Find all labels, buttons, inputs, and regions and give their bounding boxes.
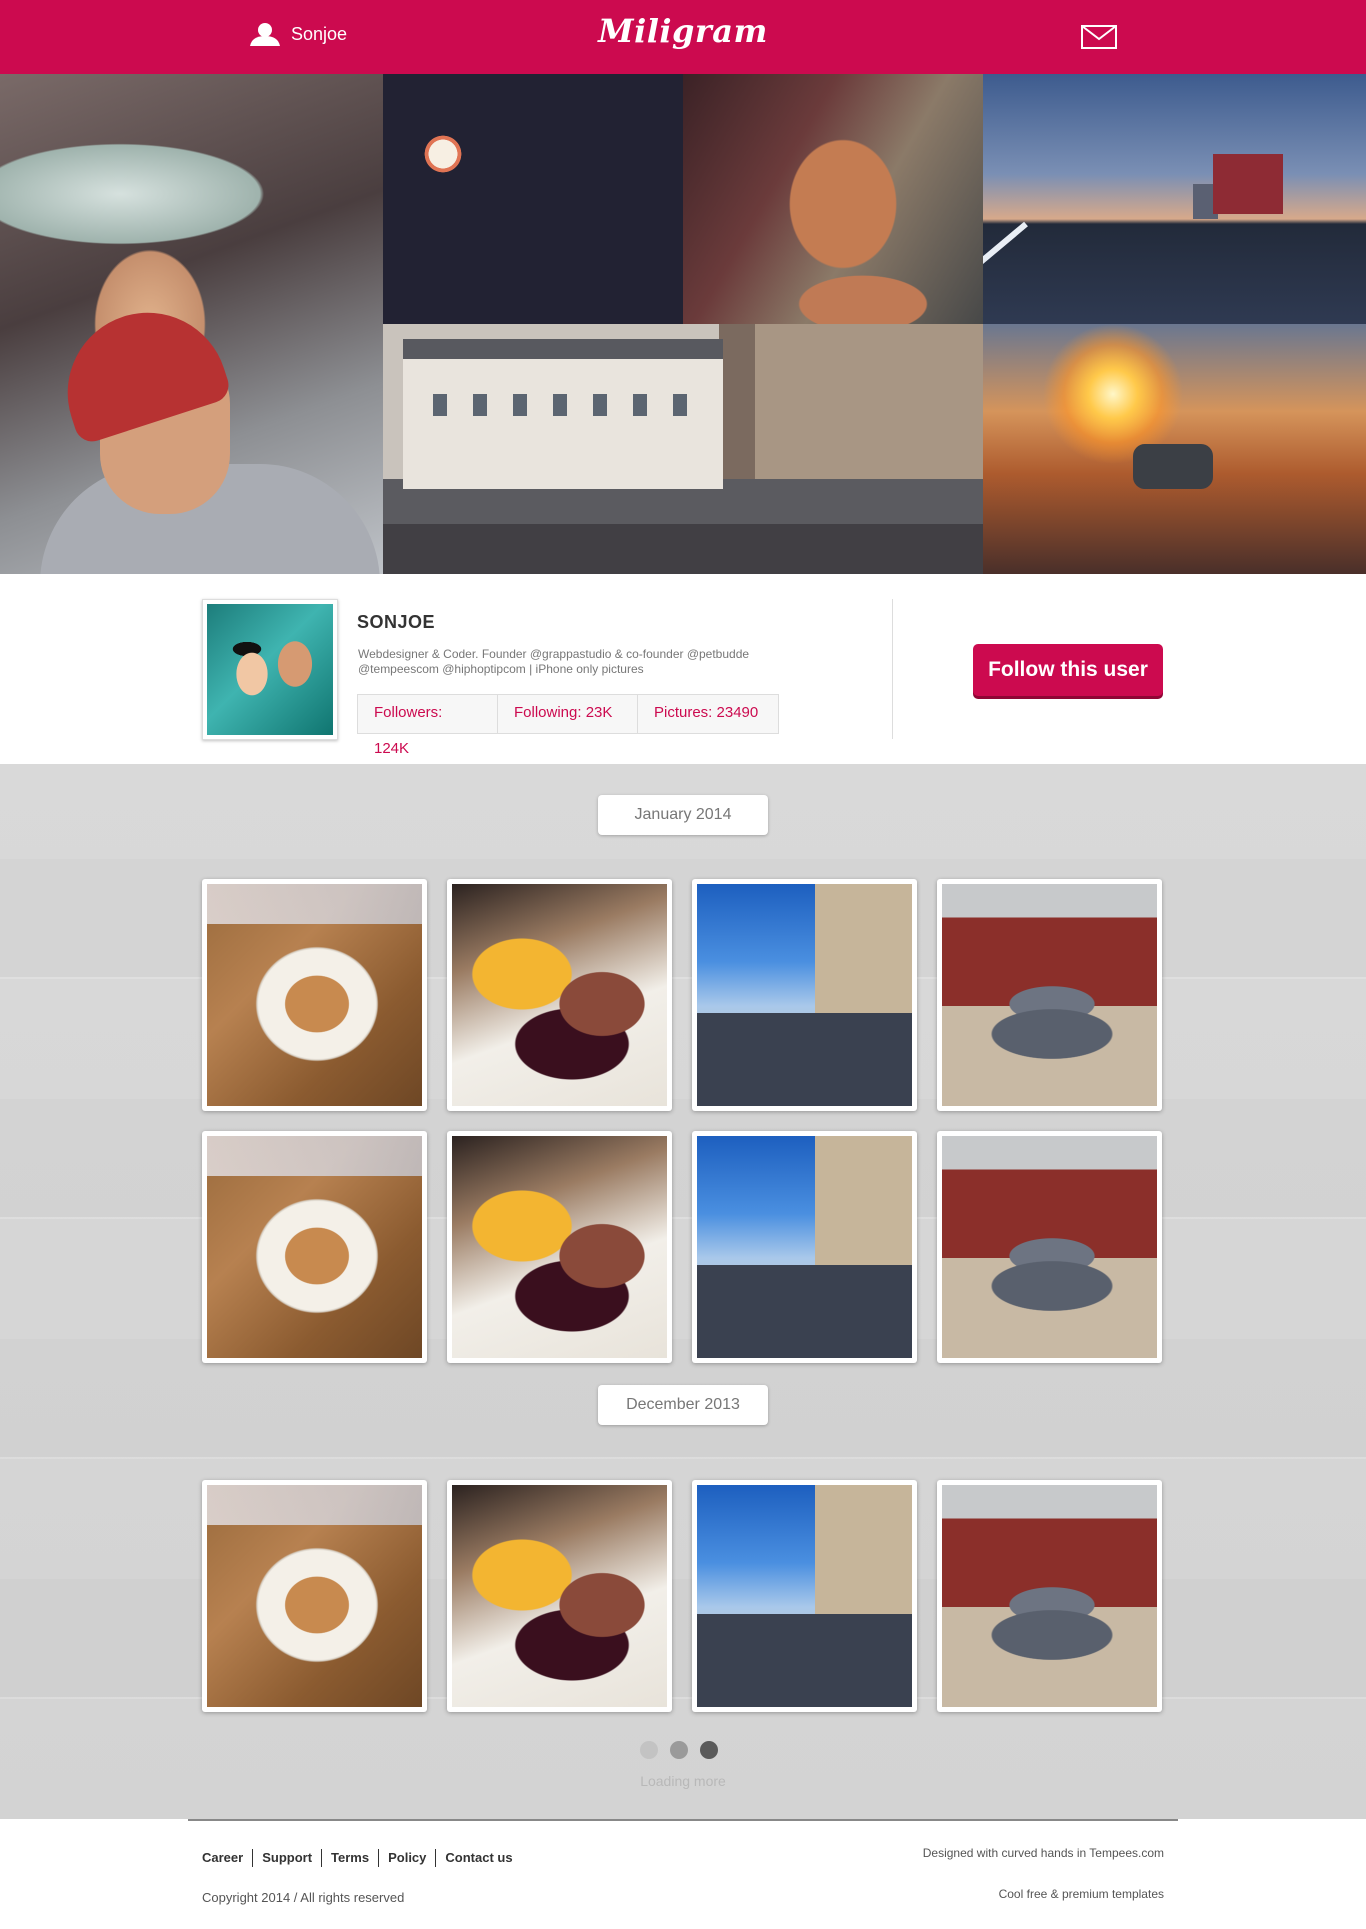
photo-card[interactable] — [937, 1480, 1162, 1712]
cover-photo-building[interactable] — [383, 324, 983, 574]
cover-photo-dog[interactable] — [683, 74, 983, 324]
photo-card[interactable] — [202, 1480, 427, 1712]
top-navbar: Sonjoe Miligram — [0, 0, 1366, 74]
cover-photo-collage — [0, 74, 1366, 574]
photo-card[interactable] — [692, 1131, 917, 1363]
date-label: December 2013 — [598, 1385, 768, 1425]
photo-card[interactable] — [447, 1131, 672, 1363]
photo-card[interactable] — [692, 1480, 917, 1712]
photo-card[interactable] — [202, 1131, 427, 1363]
photo-thumbnail — [452, 884, 667, 1106]
footer-link-support[interactable]: Support — [252, 1849, 321, 1867]
footer-links: Career Support Terms Policy Contact us — [202, 1849, 522, 1867]
photo-thumbnail — [942, 1136, 1157, 1358]
loading-indicator — [640, 1741, 718, 1759]
cover-photo-selfie[interactable] — [0, 74, 383, 574]
photo-card[interactable] — [937, 1131, 1162, 1363]
footer-link-policy[interactable]: Policy — [378, 1849, 435, 1867]
cover-photo-sunset[interactable] — [983, 324, 1366, 574]
pictures-stat[interactable]: Pictures: 23490 — [638, 695, 778, 733]
photo-thumbnail — [697, 1136, 912, 1358]
footer-divider — [188, 1819, 1178, 1821]
photo-feed: January 2014 December 2013 Loading more — [0, 764, 1366, 1819]
profile-bio: Webdesigner & Coder. Founder @grappastud… — [358, 647, 750, 676]
footer-link-contact[interactable]: Contact us — [435, 1849, 521, 1867]
loader-dot — [640, 1741, 658, 1759]
divider — [892, 599, 893, 739]
loader-dot — [700, 1741, 718, 1759]
photo-thumbnail — [207, 1136, 422, 1358]
following-stat[interactable]: Following: 23K — [498, 695, 638, 733]
photo-thumbnail — [697, 1485, 912, 1707]
footer-link-career[interactable]: Career — [202, 1849, 252, 1867]
profile-panel: SONJOE Webdesigner & Coder. Founder @gra… — [0, 574, 1366, 764]
photo-card[interactable] — [447, 1480, 672, 1712]
tagline-text: Cool free & premium templates — [998, 1887, 1164, 1901]
copyright-text: Copyright 2014 / All rights reserved — [202, 1890, 405, 1905]
photo-thumbnail — [942, 884, 1157, 1106]
loader-dot — [670, 1741, 688, 1759]
footer: Career Support Terms Policy Contact us C… — [0, 1819, 1366, 1927]
loading-more-text: Loading more — [640, 1773, 726, 1789]
photo-card[interactable] — [202, 879, 427, 1111]
followers-stat[interactable]: Followers: 124K — [358, 695, 498, 757]
cover-photo-sushi[interactable] — [383, 74, 683, 324]
photo-grid — [202, 879, 1164, 1363]
designed-by-text: Designed with curved hands in Tempees.co… — [922, 1846, 1164, 1860]
avatar[interactable] — [202, 599, 338, 740]
photo-thumbnail — [207, 1485, 422, 1707]
profile-stats: Followers: 124K Following: 23K Pictures:… — [357, 694, 779, 757]
photo-card[interactable] — [937, 879, 1162, 1111]
mail-icon[interactable] — [1081, 25, 1117, 54]
cover-photo-highway[interactable] — [983, 74, 1366, 324]
photo-thumbnail — [207, 884, 422, 1106]
photo-thumbnail — [697, 884, 912, 1106]
date-label: January 2014 — [598, 795, 768, 835]
profile-username: SONJOE — [357, 612, 436, 632]
photo-thumbnail — [942, 1485, 1157, 1707]
photo-grid — [202, 1480, 1164, 1712]
footer-link-terms[interactable]: Terms — [321, 1849, 378, 1867]
photo-card[interactable] — [447, 879, 672, 1111]
photo-thumbnail — [452, 1485, 667, 1707]
site-logo[interactable]: Miligram — [0, 12, 1366, 50]
follow-button[interactable]: Follow this user — [973, 644, 1163, 696]
photo-card[interactable] — [692, 879, 917, 1111]
photo-thumbnail — [452, 1136, 667, 1358]
